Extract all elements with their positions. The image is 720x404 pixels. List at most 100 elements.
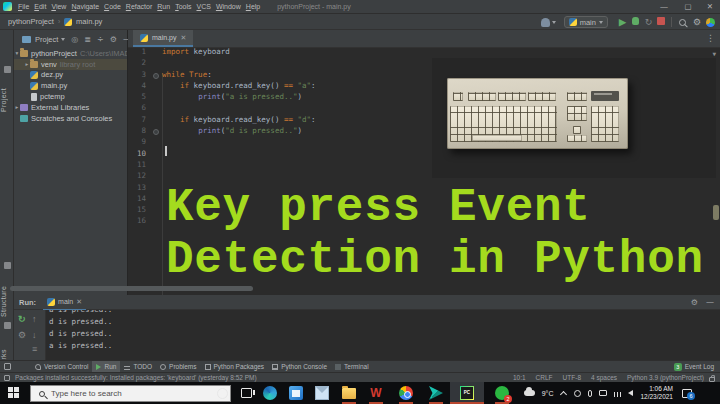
- close-button[interactable]: ✕: [702, 0, 718, 14]
- rerun-icon[interactable]: ↻: [18, 314, 26, 324]
- microsoft-store-icon[interactable]: [289, 386, 303, 400]
- clock[interactable]: 1:06 AM 12/23/2021: [640, 385, 673, 401]
- fold-icon[interactable]: [153, 129, 159, 135]
- quick-share-icon[interactable]: [429, 386, 443, 400]
- expand-all-icon[interactable]: ≣: [84, 35, 91, 44]
- status-segment[interactable]: 4 spaces: [591, 374, 617, 381]
- code-with-me-icon[interactable]: [706, 18, 715, 27]
- menu-edit[interactable]: Edit: [34, 3, 46, 10]
- ime-icon[interactable]: [599, 390, 607, 396]
- chrome-icon[interactable]: [399, 386, 413, 400]
- stop-button[interactable]: [655, 17, 668, 27]
- network-icon[interactable]: [614, 392, 621, 397]
- start-button[interactable]: [8, 387, 19, 398]
- close-icon[interactable]: ✕: [181, 34, 187, 42]
- task-view-icon[interactable]: [241, 388, 252, 398]
- menu-tools[interactable]: Tools: [175, 3, 191, 10]
- stripe-project-label[interactable]: Project: [0, 76, 14, 112]
- collapse-all-icon[interactable]: ÷: [97, 35, 104, 44]
- taskbar-search[interactable]: Type here to search: [30, 385, 231, 402]
- tool-window-python-packages[interactable]: Python Packages: [201, 361, 269, 373]
- project-panel-title[interactable]: Project: [35, 35, 58, 44]
- coverage-button[interactable]: ↻: [642, 17, 655, 27]
- status-segment[interactable]: 10:1: [513, 374, 526, 381]
- menu-run[interactable]: Run: [157, 3, 170, 10]
- line-number: 12: [128, 170, 146, 181]
- tray-icon-battery[interactable]: [574, 390, 581, 397]
- tab-main-py[interactable]: main.py ✕: [133, 30, 193, 47]
- menu-help[interactable]: Help: [246, 3, 260, 10]
- wps-office-icon[interactable]: W: [369, 386, 383, 400]
- tool-window-run[interactable]: Run: [92, 361, 120, 373]
- volume-icon[interactable]: [628, 390, 633, 396]
- libraries-icon: [20, 104, 28, 111]
- edge-browser-icon[interactable]: [263, 386, 277, 400]
- fold-icon[interactable]: [153, 73, 159, 79]
- tool-window-python-console[interactable]: Python Console: [268, 361, 331, 373]
- tree-item-venv[interactable]: ▸venvlibrary root: [14, 59, 127, 70]
- tool-window-todo[interactable]: TODO: [120, 361, 156, 373]
- run-tab-main[interactable]: main ✕: [43, 295, 86, 310]
- menu-view[interactable]: View: [51, 3, 66, 10]
- whatsapp-icon[interactable]: 2: [495, 386, 509, 400]
- run-config-selector[interactable]: main: [564, 16, 608, 28]
- menu-file[interactable]: File: [18, 3, 29, 10]
- notification-center-icon[interactable]: 6: [682, 389, 692, 398]
- file-explorer-icon[interactable]: [342, 388, 356, 399]
- tree-item-dez-py[interactable]: dez.py: [14, 70, 127, 81]
- pycharm-icon[interactable]: PC: [460, 386, 474, 400]
- run-button[interactable]: ▶: [616, 17, 629, 27]
- stripe-structure-label[interactable]: Structure: [0, 271, 14, 317]
- status-message[interactable]: Packages installed successfully: Install…: [15, 374, 257, 381]
- cortana-icon[interactable]: [217, 388, 228, 399]
- breadcrumb-file[interactable]: main.py: [76, 17, 102, 26]
- mail-icon[interactable]: [315, 386, 329, 400]
- menu-code[interactable]: Code: [104, 3, 121, 10]
- search-everywhere-icon[interactable]: [679, 19, 686, 26]
- menu-refactor[interactable]: Refactor: [126, 3, 152, 10]
- locate-file-icon[interactable]: ◎: [71, 35, 78, 44]
- settings-wrench-icon[interactable]: ⚙: [18, 330, 26, 340]
- tree-item-external-libraries[interactable]: ▸External Libraries: [14, 102, 127, 113]
- status-segment[interactable]: Python 3.9 (pythonProject): [627, 374, 704, 381]
- settings-gear-icon[interactable]: ⚙: [110, 35, 117, 44]
- console-output[interactable]: a is pressed..d is pressed..d is pressed…: [46, 310, 720, 360]
- debug-button[interactable]: [629, 17, 642, 27]
- settings-gear-icon[interactable]: ⚙: [693, 17, 701, 27]
- tree-item-main-py[interactable]: main.py: [14, 80, 127, 91]
- menu-window[interactable]: Window: [216, 3, 241, 10]
- tool-window-switcher-icon[interactable]: [4, 363, 11, 370]
- down-stack-icon[interactable]: ↓: [32, 330, 37, 340]
- hide-panel-icon[interactable]: —: [706, 298, 714, 307]
- microphone-icon[interactable]: [588, 390, 592, 397]
- tool-window-terminal[interactable]: Terminal: [331, 361, 373, 373]
- user-icon[interactable]: [541, 18, 550, 27]
- breadcrumb-project[interactable]: pythonProject: [8, 17, 54, 26]
- chevron-up-icon[interactable]: [560, 390, 567, 397]
- up-arrow-key: [573, 126, 581, 134]
- close-icon[interactable]: ✕: [76, 298, 82, 306]
- up-stack-icon[interactable]: ↑: [32, 314, 37, 324]
- maximize-button[interactable]: ▢: [680, 0, 696, 14]
- chevron-down-icon[interactable]: ▼: [712, 50, 716, 57]
- status-segment[interactable]: UTF-8: [563, 374, 581, 381]
- status-segment[interactable]: CRLF: [536, 374, 553, 381]
- python-icon: [569, 18, 577, 26]
- settings-gear-icon[interactable]: ⚙: [691, 298, 698, 307]
- tool-window-label: Terminal: [344, 363, 369, 370]
- weather-cloud-icon[interactable]: [524, 390, 535, 396]
- menu-navigate[interactable]: Navigate: [71, 3, 99, 10]
- lock-icon[interactable]: [709, 377, 715, 382]
- tool-window-problems[interactable]: Problems: [156, 361, 200, 373]
- soft-wrap-icon[interactable]: ≡: [32, 344, 37, 354]
- scrollbar-thumb[interactable]: [713, 205, 719, 220]
- menu-vcs[interactable]: VCS: [197, 3, 211, 10]
- more-options-icon[interactable]: ⋮: [706, 33, 715, 43]
- event-log-button[interactable]: 3 Event Log: [674, 363, 714, 371]
- tree-item-pythonproject[interactable]: ▾pythonProjectC:\Users\IMAD\Py: [14, 48, 127, 59]
- tree-item-pctemp[interactable]: pctemp: [14, 91, 127, 102]
- tree-item-scratches-and-consoles[interactable]: Scratches and Consoles: [14, 113, 127, 124]
- minimize-button[interactable]: —: [656, 0, 672, 14]
- splitter-handle[interactable]: [10, 286, 253, 291]
- tool-window-version-control[interactable]: Version Control: [31, 361, 92, 373]
